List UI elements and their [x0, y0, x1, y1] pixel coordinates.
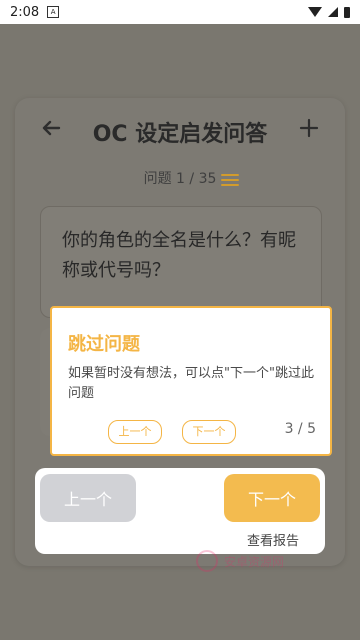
wifi-icon [308, 7, 322, 17]
guide-popup: 跳过问题 如果暂时没有想法，可以点"下一个"跳过此问题 上一个 下一个 3 / … [50, 306, 332, 456]
bottom-action-panel: 上一个 下一个 查看报告 [35, 468, 325, 554]
battery-icon [344, 6, 350, 18]
next-button[interactable]: 下一个 [224, 474, 320, 522]
watermark-circle-icon [196, 550, 218, 572]
previous-button[interactable]: 上一个 [40, 474, 136, 522]
status-right [308, 6, 350, 18]
popup-prev-button[interactable]: 上一个 [108, 420, 162, 444]
status-app-icon: A [47, 6, 60, 18]
popup-step-count: 3 / 5 [284, 421, 316, 437]
page-title: OC 设定启发问答 [92, 122, 268, 147]
view-report-link[interactable]: 查看报告 [247, 530, 299, 549]
status-time: 2:08 [10, 4, 40, 20]
popup-next-button[interactable]: 下一个 [182, 420, 236, 444]
status-bar: 2:08 A [0, 0, 360, 24]
popup-title: 跳过问题 [68, 334, 140, 355]
card-header: OC 设定启发问答 问题 1 / 35 [15, 98, 345, 187]
question-progress: 问题 1 / 35 [143, 171, 217, 187]
watermark-text: 安卓资源网 [224, 554, 285, 569]
question-text: 你的角色的全名是什么？有昵称或代号吗？ [62, 230, 296, 281]
signal-icon [328, 7, 338, 17]
popup-description: 如果暂时没有想法，可以点"下一个"跳过此问题 [68, 366, 314, 401]
menu-list-icon[interactable] [221, 173, 239, 187]
watermark-logo: 安卓资源网 [196, 549, 306, 573]
status-left: 2:08 A [10, 4, 60, 20]
add-icon[interactable] [297, 116, 321, 140]
